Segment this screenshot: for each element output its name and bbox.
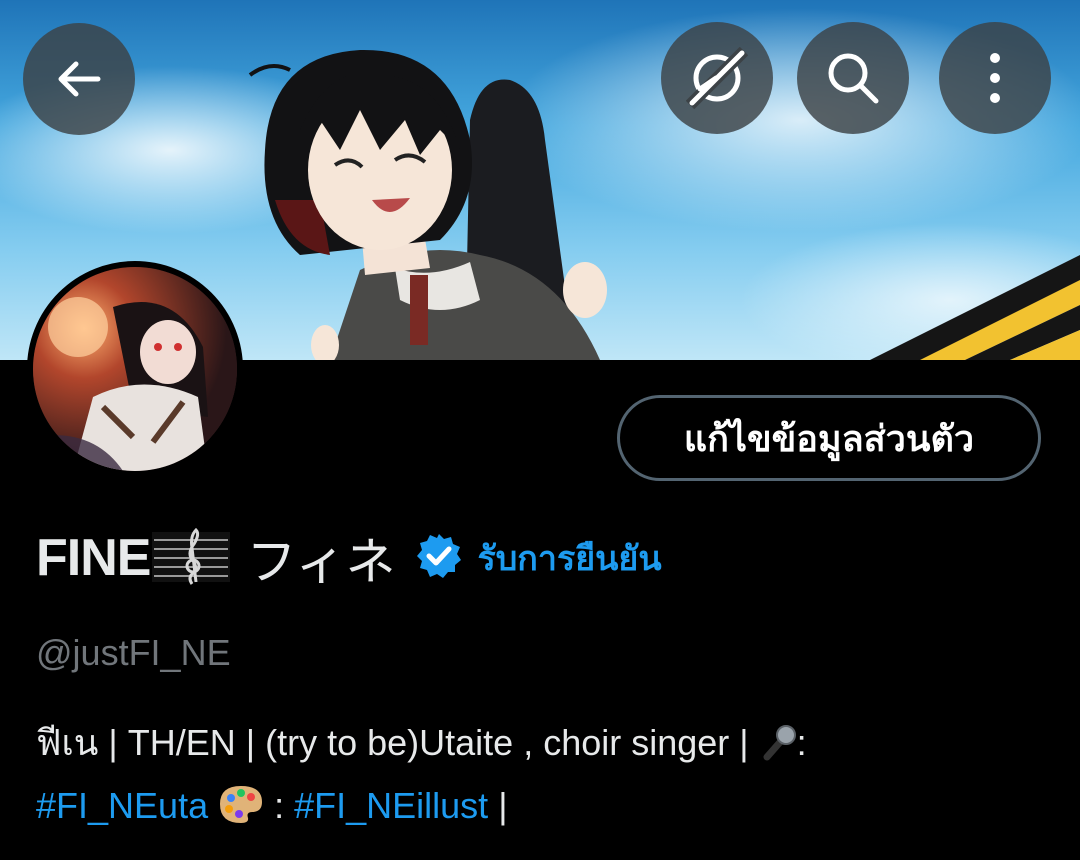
edit-profile-button[interactable]: แก้ไขข้อมูลส่วนตัว xyxy=(617,395,1041,481)
back-button[interactable] xyxy=(23,23,135,135)
grok-button[interactable] xyxy=(661,22,773,134)
more-options-button[interactable] xyxy=(939,22,1051,134)
artist-palette-icon xyxy=(218,783,264,840)
bio-text: ฟีเน | TH/EN | (try to be)Utaite , choir… xyxy=(36,722,759,763)
display-name-kana: フィネ xyxy=(246,533,396,591)
search-icon xyxy=(828,53,879,104)
musical-score-icon xyxy=(152,526,231,590)
bio-colon: : xyxy=(796,722,807,763)
grok-icon xyxy=(686,47,748,109)
profile-bio: ฟีเน | TH/EN | (try to be)Utaite , choir… xyxy=(36,714,1056,840)
get-verified-link[interactable]: รับการยืนยัน xyxy=(477,531,661,585)
verified-badge-icon[interactable] xyxy=(415,532,463,584)
avatar[interactable] xyxy=(27,261,243,477)
hashtag-link-uta[interactable]: #FI_NEuta xyxy=(36,785,208,826)
display-name: FINE xyxy=(36,529,151,587)
hashtag-link-illust[interactable]: #FI_NEillust xyxy=(294,785,488,826)
user-handle: @justFI_NE xyxy=(36,632,231,673)
profile-name-row: FINE フィネ รับการยืนยัน xyxy=(36,522,662,594)
bio-separator: : xyxy=(264,785,295,826)
avatar-image xyxy=(33,267,237,471)
bio-tail: | xyxy=(488,785,508,826)
search-button[interactable] xyxy=(797,22,909,134)
microphone-icon xyxy=(759,720,797,777)
arrow-left-icon xyxy=(58,61,101,97)
more-vertical-icon xyxy=(990,53,1000,103)
